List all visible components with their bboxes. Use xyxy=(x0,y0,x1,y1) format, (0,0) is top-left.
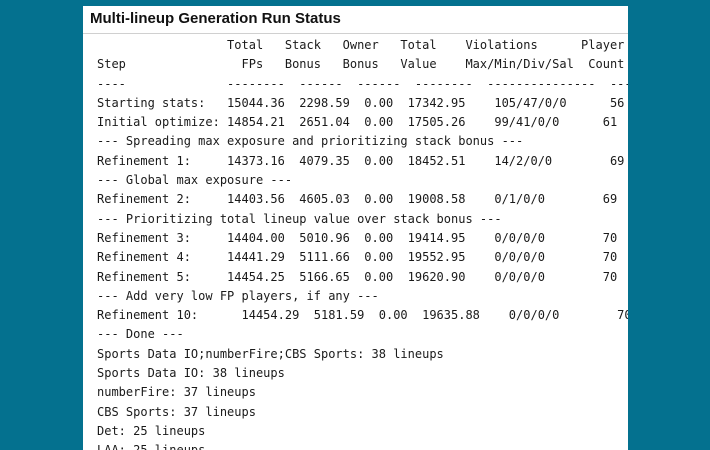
header-row-2: Step FPs Bonus Bonus Value Max/Min/Div/S… xyxy=(97,57,625,72)
log-line-refinement-10: Refinement 10: 14454.29 5181.59 0.00 196… xyxy=(97,308,628,323)
log-line-refinement-1: Refinement 1: 14373.16 4079.35 0.00 1845… xyxy=(97,153,625,168)
log-line-source-sportsdataio: Sports Data IO: 38 lineups xyxy=(97,366,285,381)
log-line-source-combined: Sports Data IO;numberFire;CBS Sports: 38… xyxy=(97,346,444,361)
log-line-source-numberfire: numberFire: 37 lineups xyxy=(97,385,256,400)
log-section-global-max: --- Global max exposure --- xyxy=(97,173,293,188)
log-section-low-fp: --- Add very low FP players, if any --- xyxy=(97,288,379,303)
log-line-refinement-4: Refinement 4: 14441.29 5111.66 0.00 1955… xyxy=(97,250,618,265)
log-line-refinement-3: Refinement 3: 14404.00 5010.96 0.00 1941… xyxy=(97,230,618,245)
log-line-source-cbs: CBS Sports: 37 lineups xyxy=(97,404,256,419)
panel-title: Multi-lineup Generation Run Status xyxy=(90,10,341,27)
log-line-initial-optimize: Initial optimize: 14854.21 2651.04 0.00 … xyxy=(97,115,618,130)
log-section-done: --- Done --- xyxy=(97,327,184,342)
log-line-refinement-5: Refinement 5: 14454.25 5166.65 0.00 1962… xyxy=(97,269,618,284)
header-row-1: Total Stack Owner Total Violations Playe… xyxy=(97,38,625,52)
log-section-prioritizing: --- Prioritizing total lineup value over… xyxy=(97,211,502,226)
header-separator: ---- -------- ------ ------ -------- ---… xyxy=(97,76,628,91)
log-line-team-laa: LAA: 25 lineups xyxy=(97,441,628,450)
log-line-team-det: Det: 25 lineups xyxy=(97,423,206,438)
log-section-spreading: --- Spreading max exposure and prioritiz… xyxy=(97,134,524,149)
run-status-panel: Multi-lineup Generation Run Status Total… xyxy=(83,6,628,450)
log-line-refinement-2: Refinement 2: 14403.56 4605.03 0.00 1900… xyxy=(97,192,618,207)
log-line-starting-stats: Starting stats: 15044.36 2298.59 0.00 17… xyxy=(97,95,625,110)
status-log[interactable]: Total Stack Owner Total Violations Playe… xyxy=(97,36,628,450)
title-divider xyxy=(83,33,628,34)
